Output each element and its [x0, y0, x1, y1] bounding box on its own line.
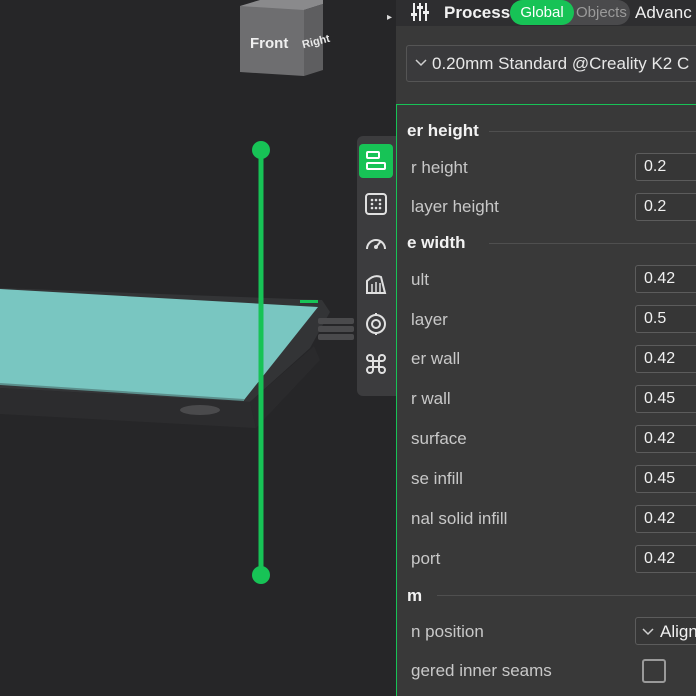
collapse-panel-icon[interactable]: ▸ — [383, 8, 396, 28]
default-width-input[interactable]: 0.42 — [635, 265, 696, 293]
layer-height-icon[interactable] — [359, 144, 393, 178]
handle-3 — [318, 334, 354, 340]
support-width-label: port — [411, 549, 441, 568]
section-divider — [489, 131, 696, 132]
mode-objects-button[interactable]: Objects — [576, 0, 627, 25]
staggered-seams-label: gered inner seams — [411, 661, 552, 680]
process-panel: Process Global Objects Advanc 0.20mm Sta… — [396, 0, 696, 696]
vertical-toolbar — [357, 136, 396, 396]
advanced-toggle[interactable]: Advanc — [635, 3, 692, 23]
handle-2 — [318, 326, 354, 332]
panel-header: Process Global Objects Advanc — [396, 0, 696, 26]
staggered-seams-checkbox[interactable] — [642, 659, 666, 683]
plate-grid-icon[interactable] — [359, 187, 393, 221]
front-ridge — [180, 405, 220, 415]
panel-title: Process — [444, 3, 511, 22]
layer-height-label: r height — [411, 158, 468, 177]
cube-front-label[interactable]: Front — [250, 35, 288, 52]
support-width-input[interactable]: 0.42 — [635, 545, 696, 573]
sparse-infill-width-input[interactable]: 0.45 — [635, 465, 696, 493]
inner-wall-width-label: r wall — [411, 389, 451, 408]
clip-slider-top-handle[interactable] — [252, 141, 270, 159]
section-layer-height: er height — [407, 121, 479, 140]
internal-solid-infill-width-label: nal solid infill — [411, 509, 508, 528]
tune-icon — [411, 3, 429, 21]
first-layer-height-label: layer height — [411, 197, 499, 216]
seam-position-label: n position — [411, 622, 484, 641]
plate-marker — [300, 300, 318, 303]
default-width-label: ult — [411, 270, 429, 289]
view-cube[interactable]: Front Right — [240, 0, 331, 76]
internal-solid-infill-width-input[interactable]: 0.42 — [635, 505, 696, 533]
section-seam: m — [407, 586, 423, 605]
speed-gauge-icon[interactable] — [359, 227, 393, 261]
sparse-infill-width-label: se infill — [411, 469, 463, 488]
chevron-down-icon — [415, 59, 427, 67]
top-surface-width-input[interactable]: 0.42 — [635, 425, 696, 453]
mode-switch[interactable]: Global Objects — [510, 0, 630, 25]
viewport-3d[interactable]: Front Right ▸ — [0, 0, 396, 696]
inner-wall-width-input[interactable]: 0.45 — [635, 385, 696, 413]
settings-content[interactable]: er height r height 0.2 layer height 0.2 … — [396, 104, 696, 696]
top-surface-width-label: surface — [411, 429, 467, 448]
seam-position-dropdown[interactable]: Align — [635, 617, 696, 645]
mode-global-button[interactable]: Global — [510, 0, 574, 25]
outer-wall-width-input[interactable]: 0.42 — [635, 345, 696, 373]
layer-height-input[interactable]: 0.2 — [635, 153, 696, 181]
first-layer-width-input[interactable]: 0.5 — [635, 305, 696, 333]
first-layer-height-input[interactable]: 0.2 — [635, 193, 696, 221]
section-divider — [437, 595, 696, 596]
preset-label: 0.20mm Standard @Creality K2 C — [432, 54, 690, 73]
seam-position-value: Align — [660, 622, 696, 641]
clip-slider-bottom-handle[interactable] — [252, 566, 270, 584]
command-icon[interactable] — [359, 347, 393, 381]
chevron-down-icon — [642, 628, 654, 636]
process-preset-dropdown[interactable]: 0.20mm Standard @Creality K2 C — [406, 45, 696, 82]
outer-wall-width-label: er wall — [411, 349, 461, 368]
handle-1 — [318, 318, 354, 324]
target-icon[interactable] — [359, 307, 393, 341]
section-line-width: e width — [407, 233, 466, 252]
section-divider — [489, 243, 696, 244]
scene-canvas[interactable] — [0, 0, 396, 696]
first-layer-width-label: layer — [411, 310, 448, 329]
support-icon[interactable] — [359, 267, 393, 301]
